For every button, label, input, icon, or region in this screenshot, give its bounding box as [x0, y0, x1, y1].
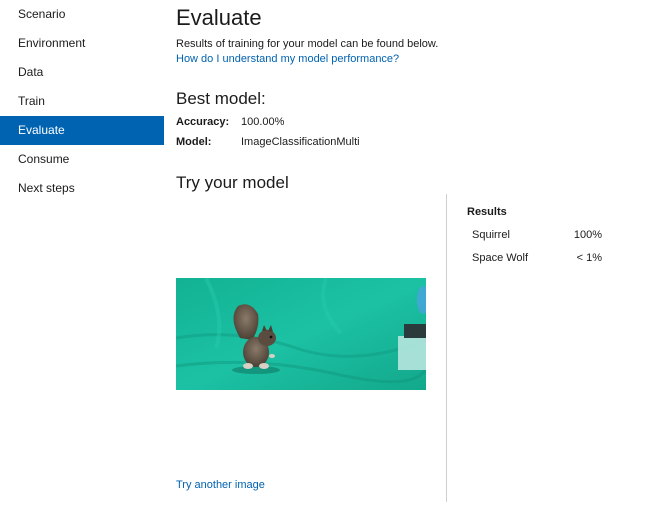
try-model-heading: Try your model	[176, 173, 289, 192]
accuracy-label: Accuracy:	[176, 116, 230, 128]
app-root: Scenario Environment Data Train Evaluate…	[0, 0, 659, 526]
sidebar-item-data[interactable]: Data	[0, 58, 164, 87]
sidebar-item-consume[interactable]: Consume	[0, 145, 164, 174]
model-value: ImageClassificationMulti	[241, 136, 360, 148]
try-another-image-link[interactable]: Try another image	[176, 478, 265, 492]
result-value-squirrel: 100%	[573, 229, 602, 241]
result-label-space-wolf: Space Wolf	[472, 252, 529, 264]
sidebar-item-scenario[interactable]: Scenario	[0, 0, 164, 29]
sidebar-item-next-steps[interactable]: Next steps	[0, 174, 164, 203]
sidebar-item-evaluate[interactable]: Evaluate	[0, 116, 164, 145]
sidebar-nav: Scenario Environment Data Train Evaluate…	[0, 0, 164, 526]
accuracy-value: 100.00%	[241, 116, 285, 128]
squirrel-toy-photo-icon	[176, 278, 426, 390]
result-label-squirrel: Squirrel	[472, 229, 510, 241]
model-label: Model:	[176, 136, 212, 148]
result-value-space-wolf: < 1%	[576, 252, 602, 264]
page-title: Evaluate	[176, 5, 262, 30]
sidebar-item-environment[interactable]: Environment	[0, 29, 164, 58]
sidebar-item-train[interactable]: Train	[0, 87, 164, 116]
results-title: Results	[467, 206, 507, 218]
best-model-heading: Best model:	[176, 89, 266, 108]
uploaded-image-preview	[176, 278, 426, 390]
results-divider	[446, 194, 447, 502]
model-performance-help-link[interactable]: How do I understand my model performance…	[176, 52, 399, 66]
page-description: Results of training for your model can b…	[176, 38, 439, 50]
